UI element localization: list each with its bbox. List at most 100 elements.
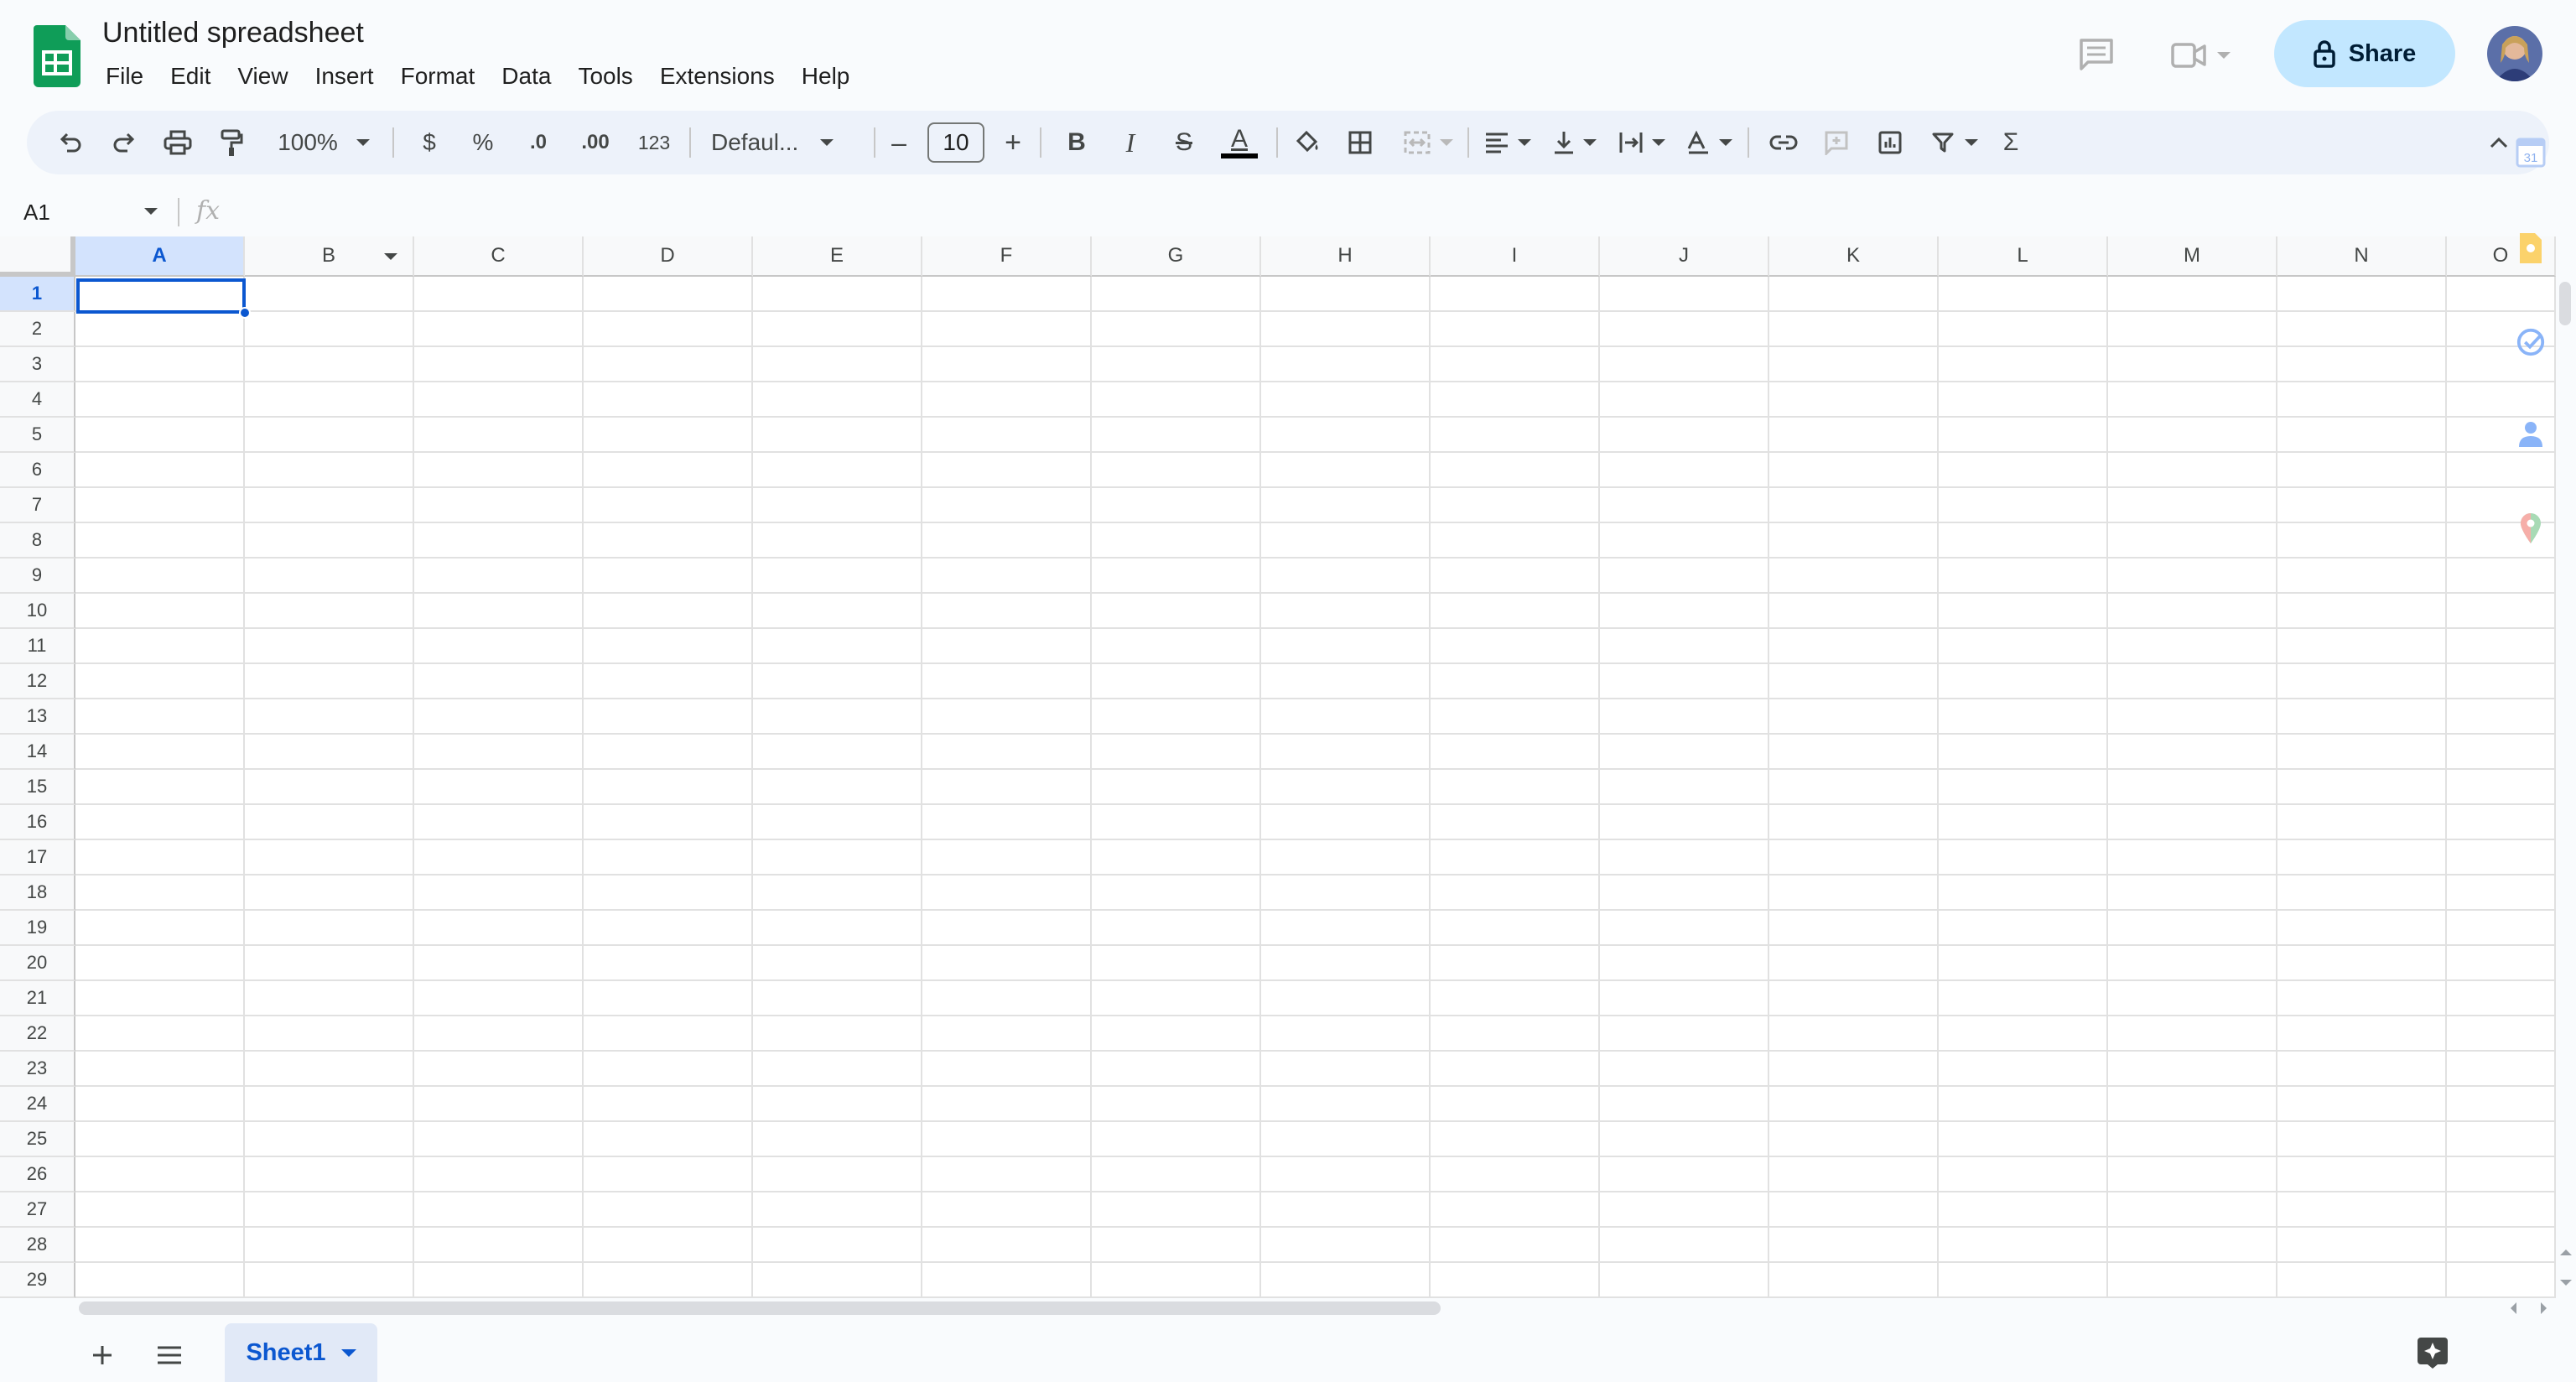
menu-help[interactable]: Help <box>788 59 864 94</box>
row-header-28[interactable]: 28 <box>0 1228 75 1263</box>
vertical-align-icon[interactable] <box>1545 111 1605 174</box>
column-header-e[interactable]: E <box>753 236 922 277</box>
explore-icon[interactable] <box>2415 1335 2450 1370</box>
row-header-14[interactable]: 14 <box>0 735 75 770</box>
insert-chart-icon[interactable] <box>1872 111 1909 174</box>
column-header-n[interactable]: N <box>2277 236 2447 277</box>
maps-icon[interactable] <box>2516 513 2546 543</box>
share-button[interactable]: Share <box>2274 20 2455 87</box>
menu-edit[interactable]: Edit <box>157 59 224 94</box>
column-header-d[interactable]: D <box>584 236 753 277</box>
vertical-scrollbar[interactable] <box>2556 277 2576 1298</box>
row-header-23[interactable]: 23 <box>0 1052 75 1087</box>
tasks-icon[interactable] <box>2516 327 2546 357</box>
row-header-29[interactable]: 29 <box>0 1263 75 1298</box>
row-header-15[interactable]: 15 <box>0 770 75 805</box>
undo-icon[interactable] <box>52 111 89 174</box>
menu-insert[interactable]: Insert <box>302 59 387 94</box>
row-header-6[interactable]: 6 <box>0 453 75 488</box>
more-formats-button[interactable]: 123 <box>632 111 676 174</box>
redo-icon[interactable] <box>106 111 143 174</box>
merge-cells-icon[interactable] <box>1394 111 1462 174</box>
percent-button[interactable]: % <box>465 111 501 174</box>
row-header-27[interactable]: 27 <box>0 1192 75 1228</box>
borders-icon[interactable] <box>1340 111 1380 174</box>
document-title[interactable]: Untitled spreadsheet <box>102 17 364 49</box>
row-header-9[interactable]: 9 <box>0 559 75 594</box>
insert-link-icon[interactable] <box>1763 111 1805 174</box>
menu-extensions[interactable]: Extensions <box>647 59 788 94</box>
menu-view[interactable]: View <box>224 59 301 94</box>
column-header-a[interactable]: A <box>75 236 245 277</box>
font-family-select[interactable]: Defaul... <box>703 111 867 174</box>
horizontal-scroll-thumb[interactable] <box>79 1301 1441 1315</box>
increase-decimal-button[interactable]: .00 <box>574 111 617 174</box>
column-header-f[interactable]: F <box>922 236 1092 277</box>
column-header-c[interactable]: C <box>414 236 584 277</box>
currency-button[interactable]: $ <box>411 111 448 174</box>
all-sheets-menu-icon[interactable] <box>153 1338 186 1372</box>
collapse-toolbar-icon[interactable] <box>2482 111 2516 174</box>
spreadsheet-grid[interactable]: ABCDEFGHIJKLMNO 1 2 3 4 5 6 7 8 9 10 11 12 13 14 15 16 1… <box>0 236 2556 1298</box>
row-header-21[interactable]: 21 <box>0 981 75 1016</box>
name-box-caret-icon[interactable] <box>144 208 158 215</box>
insert-comment-icon[interactable] <box>1818 111 1855 174</box>
column-header-m[interactable]: M <box>2108 236 2277 277</box>
column-header-k[interactable]: K <box>1769 236 1939 277</box>
row-header-3[interactable]: 3 <box>0 347 75 382</box>
avatar[interactable] <box>2487 26 2542 81</box>
strikethrough-button[interactable]: S <box>1166 111 1202 174</box>
meet-video-icon[interactable] <box>2167 37 2234 74</box>
column-header-i[interactable]: I <box>1431 236 1600 277</box>
column-header-j[interactable]: J <box>1600 236 1769 277</box>
zoom-select[interactable]: 100% <box>270 111 377 174</box>
font-size-increase-button[interactable]: + <box>995 111 1031 174</box>
font-size-value[interactable]: 10 <box>927 122 984 163</box>
row-header-20[interactable]: 20 <box>0 946 75 981</box>
scroll-left-arrow-icon[interactable] <box>2511 1302 2516 1314</box>
column-b-menu-caret-icon[interactable] <box>384 253 397 260</box>
row-header-25[interactable]: 25 <box>0 1122 75 1157</box>
select-all-corner[interactable] <box>0 236 75 277</box>
fill-color-icon[interactable] <box>1285 111 1330 174</box>
row-header-11[interactable]: 11 <box>0 629 75 664</box>
column-header-g[interactable]: G <box>1092 236 1261 277</box>
add-sheet-icon[interactable] <box>86 1338 119 1372</box>
menu-data[interactable]: Data <box>488 59 564 94</box>
menu-file[interactable]: File <box>92 59 157 94</box>
text-wrap-icon[interactable] <box>1612 111 1672 174</box>
text-rotation-icon[interactable] <box>1679 111 1739 174</box>
scroll-up-arrow-icon[interactable] <box>2560 1250 2572 1255</box>
font-size-decrease-button[interactable]: – <box>880 111 917 174</box>
row-header-5[interactable]: 5 <box>0 418 75 453</box>
row-header-18[interactable]: 18 <box>0 875 75 911</box>
sheet-tab-sheet1[interactable]: Sheet1 <box>225 1323 377 1382</box>
sheets-logo-icon[interactable] <box>34 25 80 87</box>
row-header-22[interactable]: 22 <box>0 1016 75 1052</box>
row-header-19[interactable]: 19 <box>0 911 75 946</box>
filter-icon[interactable] <box>1924 111 1986 174</box>
menu-tools[interactable]: Tools <box>564 59 646 94</box>
row-header-1[interactable]: 1 <box>0 277 75 312</box>
row-header-16[interactable]: 16 <box>0 805 75 840</box>
sheet-tab-caret-icon[interactable] <box>340 1348 356 1357</box>
calendar-icon[interactable]: 31 <box>2516 138 2546 168</box>
row-header-12[interactable]: 12 <box>0 664 75 699</box>
italic-button[interactable]: I <box>1112 111 1149 174</box>
scroll-down-arrow-icon[interactable] <box>2560 1280 2572 1286</box>
vertical-scroll-thumb[interactable] <box>2559 282 2571 325</box>
formula-input[interactable] <box>243 196 2507 226</box>
contacts-icon[interactable] <box>2516 419 2546 449</box>
keep-icon[interactable] <box>2516 233 2546 263</box>
scroll-right-arrow-icon[interactable] <box>2541 1302 2547 1314</box>
text-color-button[interactable]: A <box>1216 111 1263 174</box>
row-header-26[interactable]: 26 <box>0 1157 75 1192</box>
row-header-13[interactable]: 13 <box>0 699 75 735</box>
comment-history-icon[interactable] <box>2075 34 2118 74</box>
row-header-17[interactable]: 17 <box>0 840 75 875</box>
menu-format[interactable]: Format <box>387 59 489 94</box>
fill-handle[interactable] <box>239 307 251 319</box>
column-header-l[interactable]: L <box>1939 236 2108 277</box>
print-icon[interactable] <box>159 111 196 174</box>
row-header-24[interactable]: 24 <box>0 1087 75 1122</box>
